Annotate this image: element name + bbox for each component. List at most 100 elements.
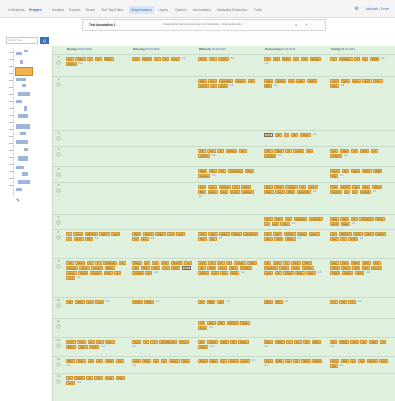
token-chip[interactable]: mit [118, 261, 126, 265]
token-chip[interactable]: mit [287, 79, 295, 83]
token-chip[interactable]: es [283, 261, 290, 265]
token-chip[interactable]: eine [330, 261, 339, 265]
token-chip[interactable]: Stein [291, 261, 301, 265]
token-chip[interactable]: Kraft [103, 271, 113, 275]
segment-card[interactable]: bei der Ende an mit Eintrag 1.3 [263, 56, 325, 67]
token-chip[interactable]: Garten [198, 271, 210, 275]
token-chip[interactable]: Mitte [361, 261, 371, 265]
add-segment-icon[interactable]: + [56, 136, 61, 141]
segment-badge[interactable]: 1.2 [230, 84, 234, 88]
token-chip[interactable]: Blatt [140, 266, 150, 270]
token-chip[interactable]: alle [264, 232, 272, 236]
token-chip[interactable]: Wörter [66, 62, 78, 66]
segment-badge[interactable]: 1.1 [77, 276, 81, 280]
token-chip[interactable]: Gruppe [91, 266, 104, 270]
token-chip[interactable]: Vorlage [218, 185, 231, 189]
token-chip[interactable]: Wind [181, 266, 192, 270]
add-segment-icon[interactable]: + [56, 303, 61, 308]
token-chip[interactable]: er [66, 237, 73, 241]
token-chip[interactable]: in [354, 57, 361, 61]
segment-badge[interactable]: 1.1 [312, 133, 316, 137]
token-chip[interactable]: Sonne [371, 266, 382, 270]
token-chip[interactable]: Hof [339, 300, 347, 304]
nav-tab[interactable]: Segmentation [129, 6, 154, 14]
segment-card[interactable]: Land nach ohne auch Form alles 1.2 [329, 78, 391, 89]
segment-card[interactable]: Feld Berg an im Leben Weg 1.1 [131, 358, 193, 369]
token-chip[interactable]: Mond [312, 359, 323, 363]
segment-card[interactable]: die nicht es Stein Sicht Ausdruck Jahre Seite An… [263, 260, 325, 276]
token-chip[interactable]: Gedanke [293, 217, 308, 221]
token-chip[interactable]: Sicht [302, 261, 312, 265]
segment-card[interactable]: Titel Schrift das über Name Gesicht ist zu Anfan… [329, 184, 391, 195]
token-chip[interactable]: Baum [132, 261, 143, 265]
nav-tab[interactable]: Queries [175, 7, 187, 13]
token-chip[interactable]: was [350, 340, 359, 344]
token-chip[interactable]: Zeilen [306, 79, 318, 83]
token-chip[interactable]: an [285, 359, 292, 363]
token-chip[interactable]: der [216, 300, 225, 304]
token-chip[interactable]: Kreis [198, 326, 208, 330]
token-chip[interactable]: Ende [295, 271, 305, 275]
token-chip[interactable]: Abschnitt [296, 190, 311, 194]
nav-tab[interactable]: Tools [254, 7, 262, 13]
segment-card[interactable]: Herr Tage die Gedanke Ausdruck er auf Zeile 1.2 [263, 216, 325, 227]
token-chip[interactable]: nach [340, 261, 350, 265]
segment-badge[interactable]: 1.2 [340, 84, 344, 88]
token-chip[interactable]: Seite [264, 79, 274, 83]
day-date[interactable]: 06.03.2019 [212, 47, 226, 51]
segment-card[interactable]: eine nach Ende Mitte Dorf Hand Bach dort Hof Sonn… [329, 260, 391, 276]
token-chip[interactable]: aus [86, 300, 94, 304]
add-segment-icon[interactable]: + [56, 362, 61, 367]
segment-badge[interactable]: 1.3 [264, 62, 268, 66]
token-chip[interactable]: Idee [219, 190, 229, 194]
token-chip[interactable]: Leben [168, 359, 180, 363]
add-segment-icon[interactable]: + [56, 220, 61, 225]
token-chip[interactable]: an [292, 57, 300, 61]
segment-card[interactable]: Form Tiere an der Stein Baum Jahre Reihe 1.1 [65, 339, 127, 350]
nav-tab[interactable]: Annotations [193, 7, 211, 13]
segment-badge[interactable]: 1.1 [77, 381, 81, 385]
add-segment-icon[interactable]: + [56, 188, 61, 193]
minimap[interactable] [8, 48, 34, 196]
add-segment-icon[interactable]: + [56, 172, 61, 177]
nav-tab[interactable]: Analyze [52, 7, 64, 13]
token-chip[interactable]: Feld [160, 261, 170, 265]
token-chip[interactable]: Wahl [373, 169, 383, 173]
token-chip[interactable]: Gebäude [103, 261, 118, 265]
segment-card[interactable]: Ort Steg das Stimme Haus Kreis 1.1 [197, 320, 259, 331]
token-chip[interactable]: für [210, 84, 217, 88]
token-chip[interactable]: bei [264, 57, 272, 61]
token-chip[interactable]: Frieden [89, 271, 103, 275]
token-chip[interactable]: auch [362, 79, 372, 83]
token-chip[interactable]: Kreis [198, 57, 208, 61]
segment-card[interactable]: Weg über die Wendung Ende auch Zeile 1.1 [329, 216, 391, 227]
token-chip[interactable]: Meer [264, 340, 274, 344]
segment-badge[interactable]: 1.1 [132, 345, 136, 349]
token-chip[interactable]: Anfang [330, 154, 342, 158]
token-chip[interactable]: Haus [274, 149, 284, 153]
token-chip[interactable]: Haus [368, 340, 379, 344]
segment-card[interactable]: Satz beim geschieht Absatz mit Grund für Ende 1.… [197, 78, 259, 89]
token-chip[interactable]: sodann [198, 154, 210, 158]
token-chip[interactable]: während [84, 232, 98, 236]
segment-card[interactable]: Raum ein Gang Ende Wahl Zug 1.1 [329, 168, 391, 179]
token-chip[interactable]: mit [357, 359, 366, 363]
token-chip[interactable]: an [285, 149, 292, 153]
token-chip[interactable]: dort [352, 266, 361, 270]
token-chip[interactable]: Land [330, 79, 340, 83]
token-chip[interactable]: Zeile [340, 222, 350, 226]
token-chip[interactable]: darüber [241, 190, 254, 194]
token-chip[interactable]: an [86, 261, 94, 265]
token-chip[interactable]: Stadt [306, 271, 316, 275]
token-chip[interactable]: Bach [301, 359, 311, 363]
token-chip[interactable]: aus [140, 237, 149, 241]
token-chip[interactable]: Abendstunde [159, 340, 178, 344]
token-chip[interactable]: Weg [181, 359, 190, 363]
token-chip[interactable]: zu [379, 340, 387, 344]
token-chip[interactable]: Hand [247, 261, 258, 265]
segment-badge[interactable]: 1.2 [291, 222, 295, 226]
token-chip[interactable]: Sache [299, 133, 311, 137]
token-chip[interactable]: wenn [353, 232, 363, 236]
token-chip[interactable]: Tag [330, 364, 338, 368]
token-chip[interactable]: der [132, 266, 140, 270]
